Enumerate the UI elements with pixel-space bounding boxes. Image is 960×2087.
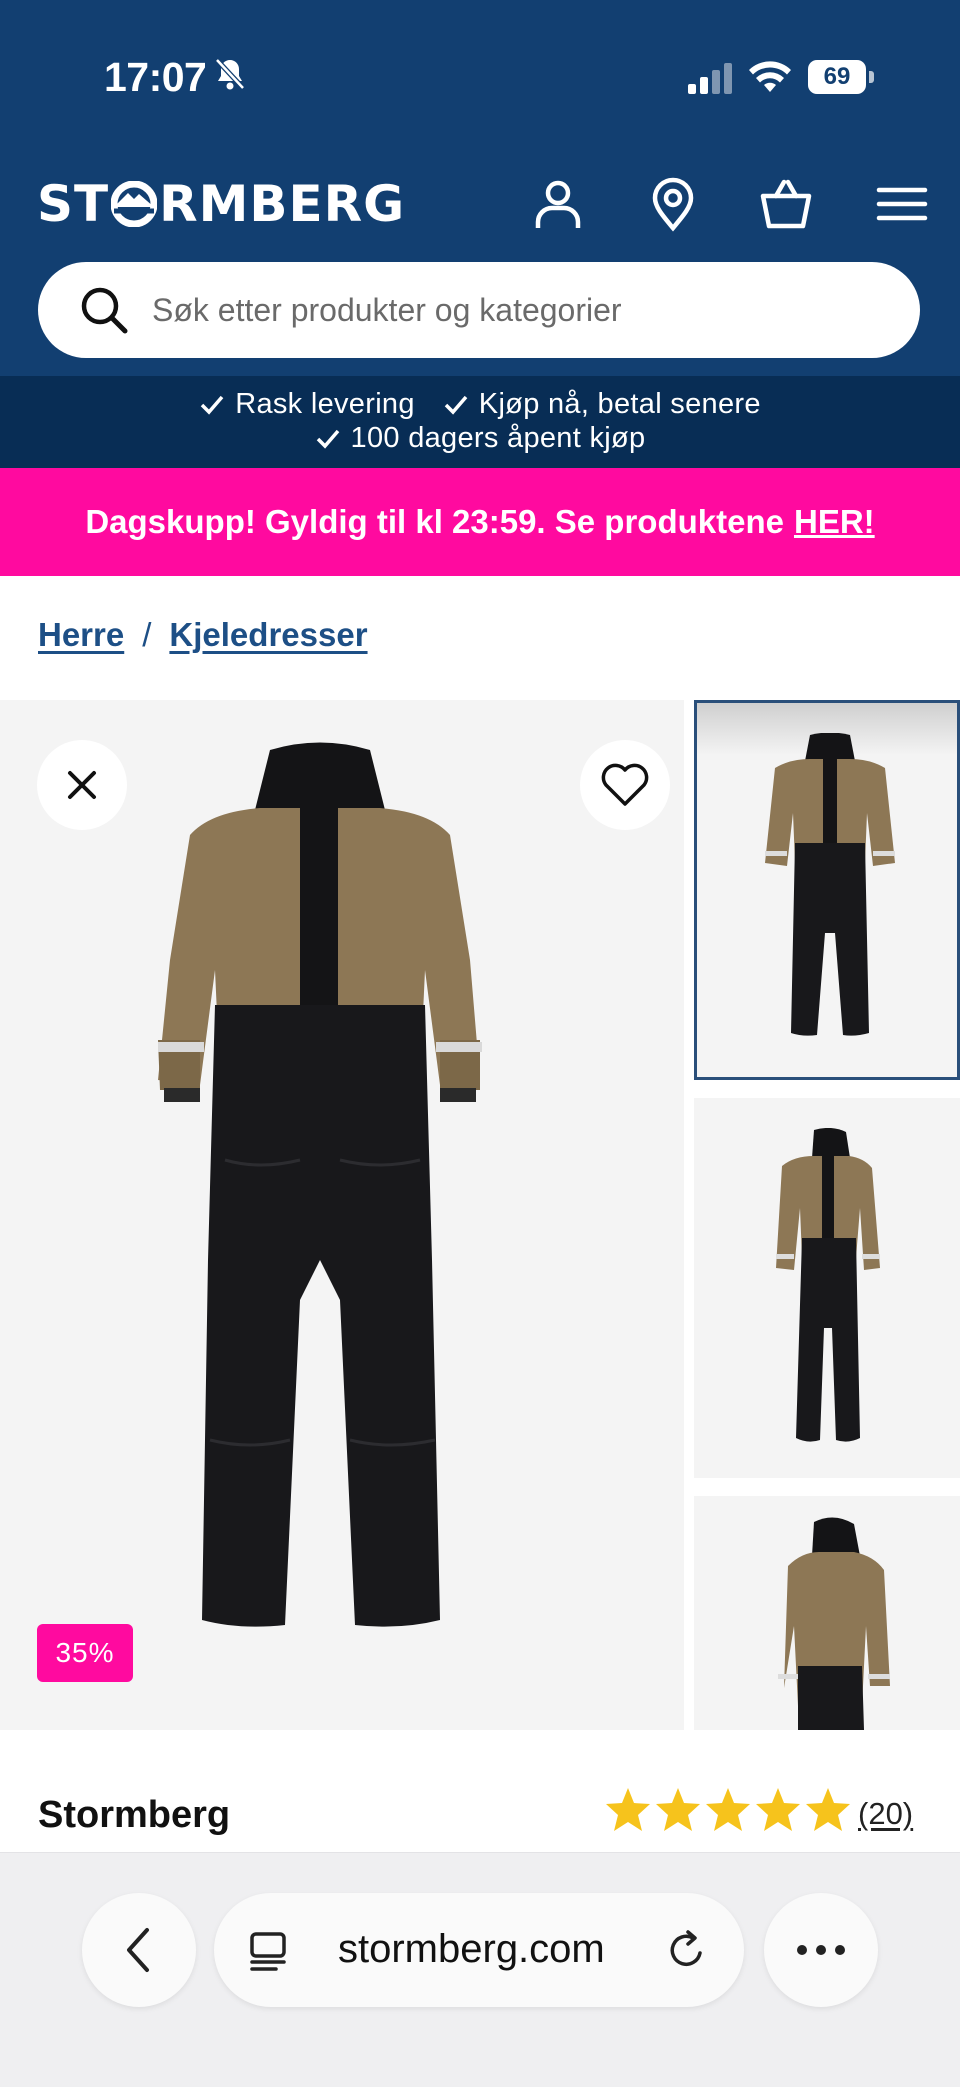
breadcrumb-link-herre[interactable]: Herre — [38, 616, 124, 654]
usp-text: Kjøp nå, betal senere — [478, 388, 761, 420]
thumbnail-2[interactable] — [694, 1098, 960, 1478]
back-button[interactable] — [82, 1893, 196, 2007]
bag-icon[interactable] — [758, 176, 814, 232]
product-info: Stormberg (20) — [0, 1730, 960, 1850]
review-count-link[interactable]: (20) — [858, 1796, 913, 1832]
thumbnail-3[interactable] — [694, 1496, 960, 1730]
heart-icon — [601, 763, 649, 806]
search-input[interactable] — [152, 262, 892, 358]
usp-text: Rask levering — [235, 388, 415, 420]
star-icon — [806, 1788, 850, 1831]
thumbnail-image — [765, 733, 895, 1036]
user-icon[interactable] — [530, 176, 586, 232]
logo-text-left: ST — [37, 175, 110, 233]
browser-toolbar: stormberg.com — [0, 1852, 960, 2087]
product-brand: Stormberg — [38, 1794, 231, 1836]
page-menu-icon[interactable] — [248, 1929, 290, 1971]
menu-icon[interactable] — [874, 176, 930, 232]
chevron-left-icon — [127, 1928, 149, 1972]
rating-stars[interactable] — [604, 1786, 852, 1834]
signal-icon — [688, 63, 732, 94]
battery-icon: 69 — [808, 60, 874, 94]
thumbnail-1[interactable] — [694, 700, 960, 1080]
usp-text: 100 dagers åpent kjøp — [350, 422, 646, 454]
star-icon — [756, 1788, 800, 1831]
usp-item: Rask levering — [199, 388, 415, 421]
usp-item: Kjøp nå, betal senere — [443, 388, 761, 421]
site-header: 17:07 69 ST RMBERG Søk etter produkter o… — [0, 0, 960, 376]
star-icon — [656, 1788, 700, 1831]
favorite-button[interactable] — [580, 740, 670, 830]
location-icon[interactable] — [645, 176, 701, 232]
snowsuit-image — [158, 742, 482, 1627]
promo-text: Dagskupp! Gyldig til kl 23:59. Se produk… — [85, 503, 784, 540]
search-bar[interactable] — [38, 262, 920, 358]
more-button[interactable] — [764, 1893, 878, 2007]
usp-band: Rask levering Kjøp nå, betal senere 100 … — [0, 376, 960, 468]
close-icon — [68, 771, 96, 799]
usp-item: 100 dagers åpent kjøp — [315, 422, 646, 455]
promo-banner[interactable]: Dagskupp! Gyldig til kl 23:59. Se produk… — [0, 468, 960, 576]
discount-badge: 35% — [37, 1624, 133, 1682]
wifi-icon — [749, 61, 791, 92]
logo-text-right: RMBERG — [159, 175, 406, 233]
thumbnail-image — [778, 1517, 890, 1730]
address-bar[interactable]: stormberg.com — [214, 1893, 744, 2007]
search-icon[interactable] — [78, 284, 130, 336]
status-time: 17:07 — [104, 54, 207, 100]
star-icon — [606, 1788, 650, 1831]
promo-link[interactable]: HER! — [794, 503, 875, 541]
breadcrumb-separator: / — [142, 616, 152, 653]
check-icon — [200, 395, 224, 415]
logo-mountain-mark — [110, 180, 158, 228]
status-bar: 17:07 69 — [0, 0, 960, 140]
check-icon — [444, 395, 468, 415]
thumbnail-image — [776, 1128, 880, 1442]
bell-slash-icon — [215, 58, 245, 90]
more-icon — [797, 1945, 845, 1955]
star-icon — [706, 1788, 750, 1831]
product-main-image[interactable]: 35% — [0, 700, 684, 1730]
close-button[interactable] — [37, 740, 127, 830]
breadcrumb: Herre / Kjeledresser — [38, 616, 368, 654]
reload-icon[interactable] — [666, 1929, 708, 1971]
url-text: stormberg.com — [338, 1927, 605, 1971]
check-icon — [316, 429, 339, 449]
battery-level: 69 — [808, 60, 866, 94]
breadcrumb-link-kjeledresser[interactable]: Kjeledresser — [169, 616, 367, 654]
stormberg-logo[interactable]: ST RMBERG — [37, 175, 406, 233]
